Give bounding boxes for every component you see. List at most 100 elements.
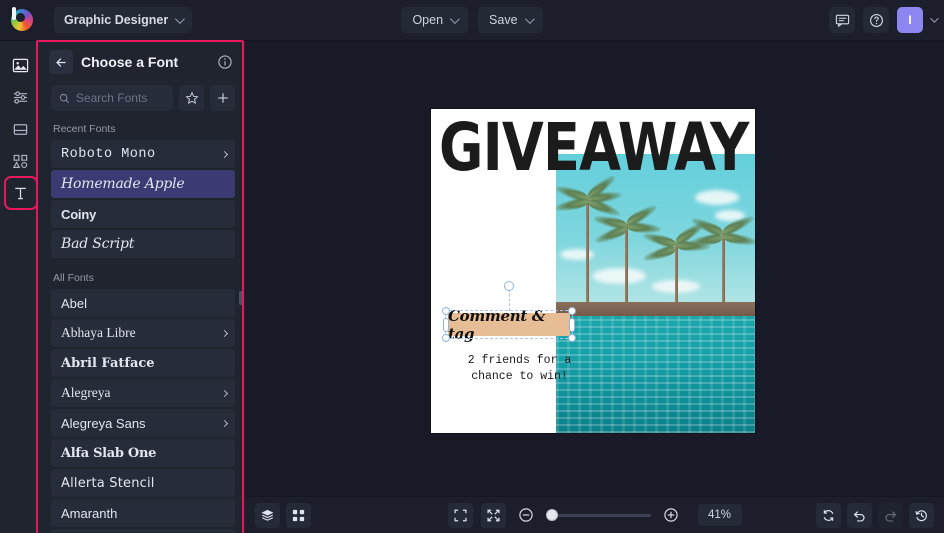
headline-text[interactable]: GIVEAWAY: [439, 115, 749, 181]
resize-handle-top-left[interactable]: [442, 307, 450, 315]
font-list-item[interactable]: Bad Script: [51, 230, 235, 258]
chevron-down-icon: [524, 13, 535, 24]
zoom-level-value[interactable]: 41%: [697, 504, 742, 526]
artboard[interactable]: GIVEAWAY Comment & tag 2 friends for a c…: [431, 109, 755, 433]
top-toolbar: Graphic Designer Open Save I: [0, 0, 944, 41]
avatar-initial: I: [908, 13, 912, 27]
tool-rail: [0, 41, 41, 533]
canvas-stage[interactable]: GIVEAWAY Comment & tag 2 friends for a c…: [245, 41, 944, 496]
font-name-label: Abril Fatface: [61, 355, 155, 371]
zoom-in-button[interactable]: [659, 503, 684, 528]
font-list-item[interactable]: Coiny: [51, 200, 235, 228]
chevron-right-icon[interactable]: [220, 150, 229, 158]
sliders-adjust-icon: [13, 90, 28, 104]
zoom-out-button[interactable]: [514, 503, 539, 528]
search-icon: [59, 93, 70, 103]
shapes-icon: [12, 154, 28, 168]
plus-circle-icon: [664, 508, 678, 522]
user-avatar[interactable]: I: [897, 7, 923, 33]
font-name-label: Alegreya Sans: [61, 415, 146, 431]
panel-info-button[interactable]: [215, 52, 235, 72]
undo-arrow-icon: [853, 510, 865, 522]
font-name-label: Roboto Mono: [61, 146, 156, 162]
thumbnails-grid-button[interactable]: [286, 502, 311, 528]
palm-tree: [592, 201, 662, 316]
layers-button[interactable]: [255, 502, 280, 528]
arrow-left-icon: [55, 57, 66, 67]
font-name-label: Allerta Stencil: [61, 475, 155, 491]
selection-bounding-box[interactable]: [442, 281, 576, 342]
chevron-right-icon[interactable]: [220, 389, 229, 397]
resize-handle-middle-right[interactable]: [569, 317, 575, 332]
choose-font-panel: Choose a Font Search Fonts Recent Fonts …: [41, 41, 245, 533]
sidebar-item-image-manager[interactable]: [7, 51, 35, 79]
search-input-wrap[interactable]: [51, 85, 173, 111]
font-list-scrollbar[interactable]: [239, 291, 243, 305]
font-list-item[interactable]: Alegreya: [51, 379, 235, 407]
text-t-icon: [15, 187, 26, 199]
fit-to-screen-button[interactable]: [447, 502, 473, 528]
history-button[interactable]: [909, 502, 934, 528]
font-list-item[interactable]: Allerta Stencil: [51, 469, 235, 497]
font-search-row: [41, 85, 245, 111]
font-list-item[interactable]: Abel: [51, 289, 235, 317]
open-button[interactable]: Open: [401, 7, 469, 33]
rotation-line: [509, 289, 510, 311]
panel-header: Choose a Font: [41, 41, 245, 83]
resize-handle-top-right[interactable]: [568, 307, 576, 315]
actual-size-button[interactable]: [480, 502, 506, 528]
bottom-left-group: [255, 502, 311, 528]
resize-handle-bottom-right[interactable]: [568, 334, 576, 342]
palm-trunk: [586, 198, 590, 311]
font-list-item[interactable]: Homemade Apple: [51, 170, 235, 198]
info-circle-icon: [218, 55, 232, 69]
rotate-handle-icon[interactable]: [504, 281, 514, 291]
collapse-arrows-icon: [486, 509, 500, 521]
font-list-item[interactable]: Alfa Slab One: [51, 439, 235, 467]
font-name-label: Coiny: [61, 206, 97, 222]
chevron-right-icon[interactable]: [220, 419, 229, 427]
zoom-slider[interactable]: [545, 509, 651, 521]
favorite-fonts-button[interactable]: [179, 85, 204, 111]
save-button[interactable]: Save: [478, 7, 543, 33]
zoom-slider-knob[interactable]: [545, 509, 558, 521]
font-name-label: Abel: [61, 295, 88, 311]
background-photo: [556, 154, 755, 433]
subtext-line-1: 2 friends for a: [467, 354, 572, 367]
font-list-item[interactable]: Abhaya Libre: [51, 319, 235, 347]
resize-handle-middle-left[interactable]: [443, 317, 449, 332]
font-list-item[interactable]: Amaranth: [51, 499, 235, 527]
undo-button[interactable]: [847, 502, 872, 528]
feedback-button[interactable]: [829, 7, 855, 33]
font-name-label: Homemade Apple: [61, 176, 185, 192]
font-list-item[interactable]: Abril Fatface: [51, 349, 235, 377]
chevron-down-icon: [450, 13, 460, 24]
sidebar-item-graphics[interactable]: [7, 147, 35, 175]
resize-handle-bottom-left[interactable]: [442, 334, 450, 342]
help-button[interactable]: [863, 7, 889, 33]
pool-water: [556, 315, 755, 433]
image-photo-icon: [12, 58, 29, 72]
app-root: Graphic Designer Open Save I Choose a Fo…: [0, 0, 944, 533]
minus-circle-icon: [519, 508, 533, 522]
font-list-item[interactable]: Alegreya Sans: [51, 409, 235, 437]
chevron-right-icon[interactable]: [220, 329, 229, 337]
font-list-item[interactable]: AMATIC SC: [51, 529, 235, 533]
fit-to-screen-icon: [453, 509, 467, 521]
redo-button[interactable]: [878, 502, 903, 528]
page-title: Choose a Font: [81, 54, 179, 70]
history-clock-icon: [915, 509, 927, 521]
sidebar-item-frames[interactable]: [7, 115, 35, 143]
panel-back-button[interactable]: [49, 50, 73, 74]
subtext-element[interactable]: 2 friends for a chance to win!: [457, 353, 582, 385]
search-input[interactable]: [75, 91, 165, 105]
grid-thumbnails-icon: [292, 509, 305, 521]
history-controls: [816, 502, 934, 528]
add-font-button[interactable]: [210, 85, 235, 111]
sidebar-item-edit-adjust[interactable]: [7, 83, 35, 111]
reset-button[interactable]: [816, 502, 841, 528]
sidebar-item-text-tool[interactable]: [3, 176, 38, 210]
font-list-item[interactable]: Roboto Mono: [51, 140, 235, 168]
recent-fonts-list: Roboto Mono Homemade Apple Coiny Bad Script: [41, 140, 245, 258]
font-name-label: Abhaya Libre: [61, 325, 136, 340]
